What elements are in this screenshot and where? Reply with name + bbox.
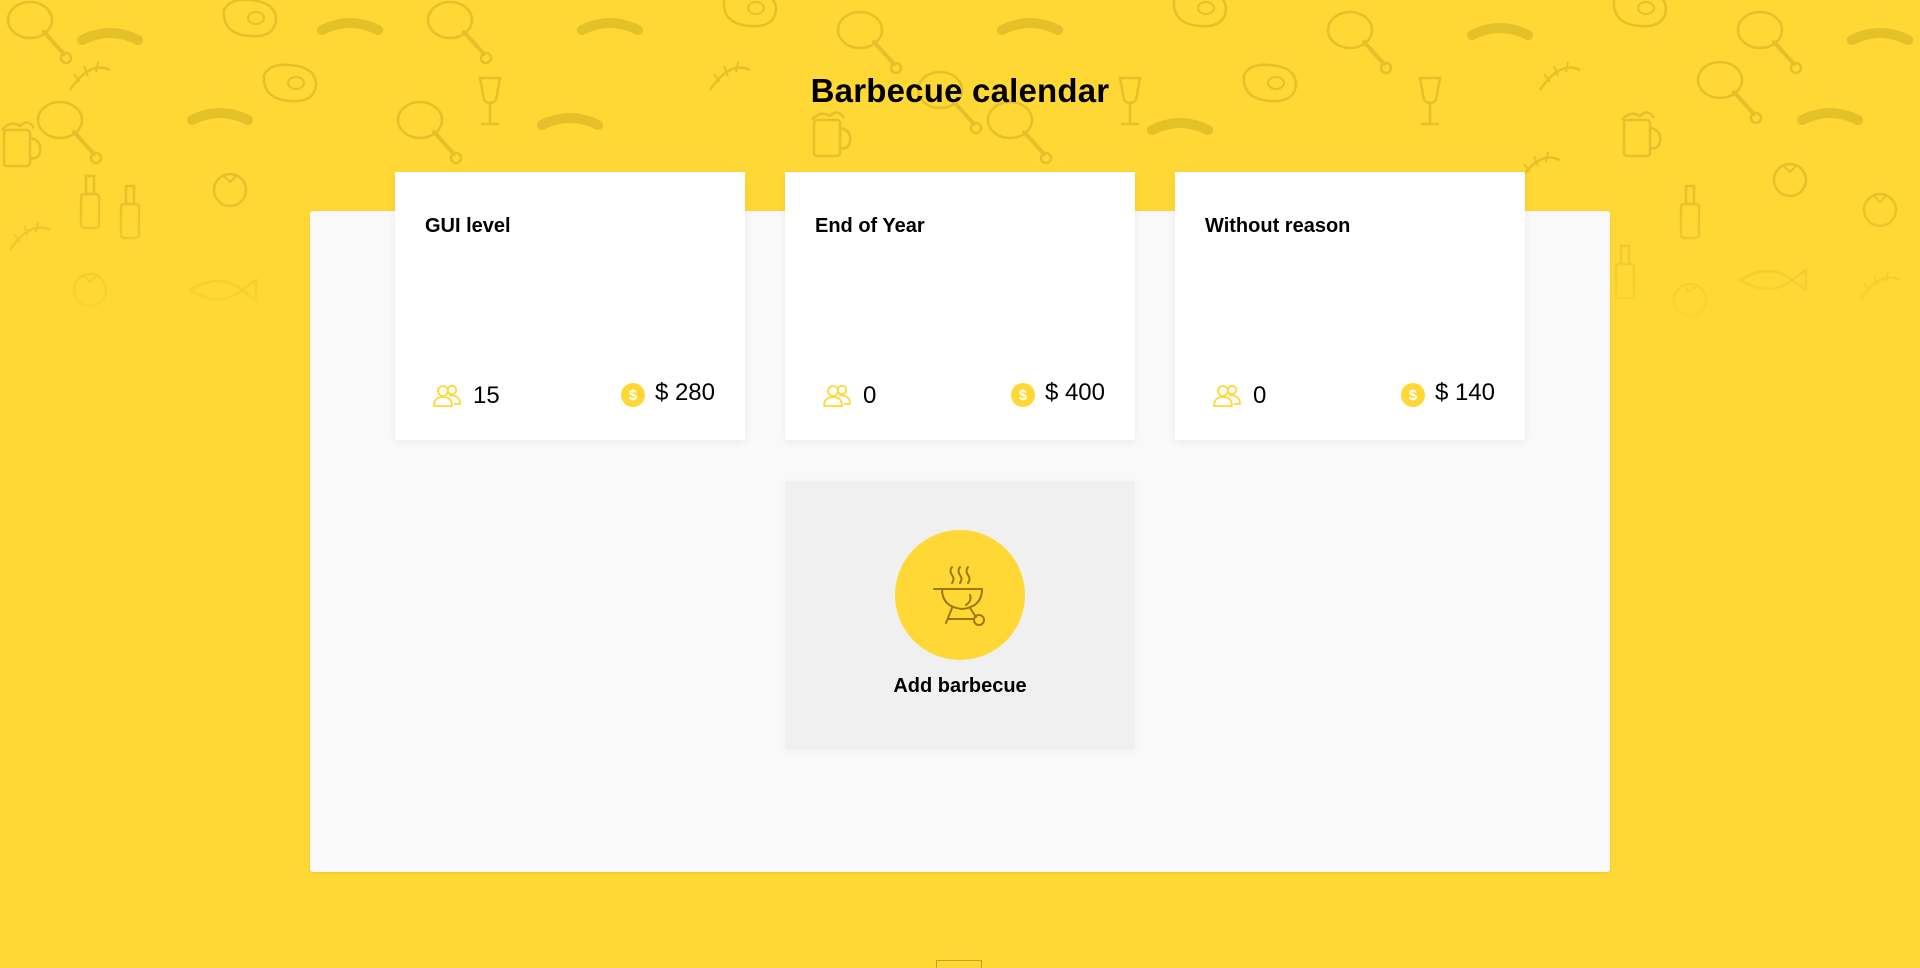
card-people: 15 [433, 382, 500, 410]
barbecue-card[interactable]: End of Year 0 $ $ 400 [785, 172, 1135, 440]
people-count: 0 [863, 382, 877, 409]
people-count: 0 [1253, 382, 1267, 409]
card-price: $ $ 280 [620, 379, 715, 407]
card-price: $ $ 400 [1010, 379, 1105, 407]
dollar-coin-icon: $ [1400, 383, 1425, 407]
price-value: $ 280 [654, 379, 715, 406]
people-icon [1213, 384, 1241, 407]
card-title: End of Year [815, 215, 925, 237]
people-icon [823, 384, 851, 407]
card-title: GUI level [425, 215, 511, 237]
dollar-coin-icon: $ [1010, 383, 1035, 407]
people-icon [433, 384, 461, 407]
card-price: $ $ 140 [1400, 379, 1495, 407]
price-value: $ 400 [1044, 379, 1105, 406]
dollar-coin-icon: $ [620, 383, 645, 407]
add-barbecue-label: Add barbecue [893, 675, 1027, 697]
barbecue-grill-icon [933, 566, 985, 626]
card-title: Without reason [1205, 215, 1351, 237]
price-value: $ 140 [1434, 379, 1495, 406]
barbecue-card[interactable]: GUI level 15 $ $ 280 [395, 172, 745, 440]
card-people: 0 [1213, 382, 1266, 410]
footer-element [936, 960, 982, 968]
add-barbecue-button[interactable]: Add barbecue [785, 481, 1135, 749]
card-people: 0 [823, 382, 876, 410]
people-count: 15 [473, 382, 500, 409]
barbecue-card[interactable]: Without reason 0 $ $ 140 [1175, 172, 1525, 440]
add-barbecue-circle[interactable] [895, 530, 1025, 660]
page-title: Barbecue calendar [810, 72, 1110, 109]
